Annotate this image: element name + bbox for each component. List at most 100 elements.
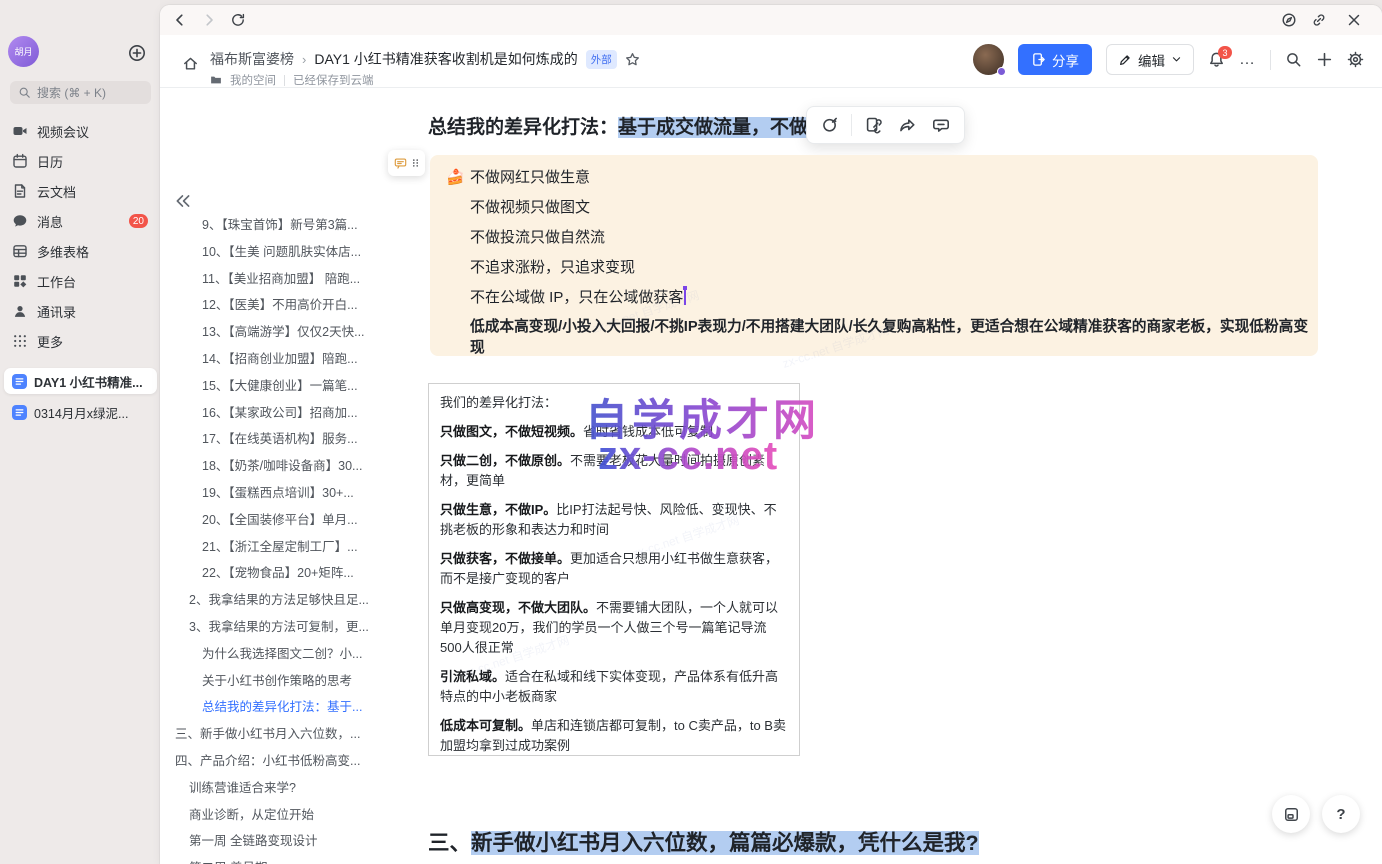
outline-item[interactable]: 为什么我选择图文二创？小...: [165, 641, 427, 668]
new-doc-button[interactable]: [1316, 51, 1333, 68]
outline-item[interactable]: 19、【蛋糕西点培训】30+...: [165, 480, 427, 507]
outline-item[interactable]: 商业诊断，从定位开始: [165, 802, 427, 829]
outline-item[interactable]: 10、【生美 问题肌肤实体店...: [165, 239, 427, 266]
outline-item[interactable]: 14、【招商创业加盟】陪跑...: [165, 346, 427, 373]
space-name[interactable]: 我的空间: [230, 72, 276, 88]
outline-item[interactable]: 12、【医美】不用高价开白...: [165, 292, 427, 319]
outline-item[interactable]: 第一周 全链路变现设计: [165, 828, 427, 855]
chevron-down-icon: [1171, 54, 1182, 65]
user-avatar[interactable]: [973, 44, 1004, 75]
breadcrumb-parent[interactable]: 福布斯富婆榜: [210, 49, 294, 69]
doc-file-icon: [12, 405, 27, 420]
search-input[interactable]: 搜索 (⌘ + K): [10, 81, 151, 104]
refresh-icon[interactable]: [230, 12, 246, 28]
compass-icon[interactable]: [1281, 12, 1297, 28]
chapter-heading[interactable]: 三、新手做小红书月入六位数，篇篇必爆款，凭什么是我?: [428, 826, 979, 857]
outline-item[interactable]: 关于小红书创作策略的思考: [165, 668, 427, 695]
outline-item[interactable]: 第二周 养号期: [165, 855, 427, 864]
header-actions: 分享 编辑 3 …: [973, 44, 1364, 75]
user-avatar-mini[interactable]: 胡月: [8, 36, 39, 67]
forward-icon[interactable]: [201, 12, 217, 28]
chat-icon: [12, 213, 28, 229]
outline-item[interactable]: 2、我拿结果的方法足够快且足...: [165, 587, 427, 614]
chapter-prefix: 三、: [428, 831, 471, 855]
sidebar-item-chat[interactable]: 消息20: [0, 206, 160, 236]
folder-icon: [210, 74, 222, 86]
share-button[interactable]: 分享: [1018, 44, 1092, 75]
callout-line: 不追求涨粉，只追求变现: [470, 253, 686, 283]
pinned-doc[interactable]: 0314月月x绿泥...: [4, 399, 157, 425]
notification-badge: 3: [1218, 46, 1232, 59]
pencil-icon: [1118, 53, 1132, 67]
outline-item[interactable]: 训练营谁适合来学?: [165, 775, 427, 802]
search-placeholder: 搜索 (⌘ + K): [37, 84, 106, 101]
sidebar-item-video[interactable]: 视频会议: [0, 116, 160, 146]
unread-badge: 20: [129, 214, 148, 228]
outline-item[interactable]: 三、新手做小红书月入六位数，...: [165, 721, 427, 748]
outline-item[interactable]: 13、【高端游学】仅仅2天快...: [165, 319, 427, 346]
section-heading[interactable]: 总结我的差异化打法：基于成交做流量，不做爆款: [428, 112, 846, 139]
outline-item[interactable]: 9、【珠宝首饰】新号第3篇...: [165, 212, 427, 239]
notifications-button[interactable]: 3: [1208, 51, 1225, 68]
sidebar-item-label: 日历: [37, 152, 63, 171]
doc-meta: 我的空间 已经保存到云端: [210, 72, 374, 88]
sidebar-item-more[interactable]: 更多: [0, 326, 160, 356]
sidebar-item-calendar[interactable]: 日历: [0, 146, 160, 176]
clouddoc-icon: [12, 183, 28, 199]
divider: [1270, 50, 1271, 70]
more-button[interactable]: …: [1239, 55, 1256, 65]
search-button[interactable]: [1285, 51, 1302, 68]
outline-fab-button[interactable]: [1272, 795, 1310, 833]
close-icon[interactable]: [1346, 12, 1362, 28]
breadcrumb: 福布斯富婆榜 › DAY1 小红书精准获客收割机是如何炼成的 外部: [210, 49, 640, 69]
outline-item[interactable]: 11、【美业招商加盟】 陪跑...: [165, 266, 427, 293]
copy-link-icon[interactable]: [1311, 12, 1327, 28]
style-palette-icon[interactable]: [821, 116, 839, 134]
breadcrumb-separator: ›: [302, 52, 306, 67]
divider: [851, 114, 852, 136]
watermark-url: zx-cc.net: [598, 434, 778, 479]
settings-button[interactable]: [1347, 51, 1364, 68]
outline-panel: 9、【珠宝首饰】新号第3篇...10、【生美 问题肌肤实体店...11、【美业招…: [165, 212, 427, 864]
outline-item[interactable]: 18、【奶茶/咖啡设备商】30...: [165, 453, 427, 480]
home-icon[interactable]: [182, 55, 199, 72]
sidebar-item-workplace[interactable]: 工作台: [0, 266, 160, 296]
collapse-outline-icon[interactable]: [174, 192, 192, 210]
sidebar-item-base[interactable]: 多维表格: [0, 236, 160, 266]
sidebar-item-contacts[interactable]: 通讯录: [0, 296, 160, 326]
callout-line: 不做网红只做生意: [470, 163, 686, 193]
comment-icon[interactable]: [932, 116, 950, 134]
outline-item[interactable]: 20、【全国装修平台】单月...: [165, 507, 427, 534]
star-icon[interactable]: [625, 52, 640, 67]
app-sidebar: 胡月 搜索 (⌘ + K) 视频会议日历云文档消息20多维表格工作台通讯录更多 …: [0, 0, 160, 864]
edit-button[interactable]: 编辑: [1106, 44, 1194, 75]
breadcrumb-current[interactable]: DAY1 小红书精准获客收割机是如何炼成的: [314, 49, 577, 69]
outline-item[interactable]: 22、【宠物食品】20+矩阵...: [165, 560, 427, 587]
save-status: 已经保存到云端: [293, 72, 374, 88]
help-button[interactable]: ?: [1322, 795, 1360, 833]
strategy-item: 只做高变现，不做大团队。不需要铺大团队，一个人就可以单月变现20万，我们的学员一…: [440, 598, 788, 658]
calendar-icon: [12, 153, 28, 169]
share-forward-icon[interactable]: [898, 116, 916, 134]
outline-item[interactable]: 21、【浙江全屋定制工厂】...: [165, 534, 427, 561]
outline-item[interactable]: 3、我拿结果的方法可复制，更...: [165, 614, 427, 641]
workplace-icon: [12, 273, 28, 289]
window-toolbar: [160, 5, 1382, 35]
block-handle[interactable]: [388, 150, 425, 176]
outline-item[interactable]: 17、【在线英语机构】服务...: [165, 426, 427, 453]
pinned-doc[interactable]: DAY1 小红书精准...: [4, 368, 157, 394]
outline-item[interactable]: 16、【某家政公司】招商加...: [165, 400, 427, 427]
heading-prefix: 总结我的差异化打法：: [428, 117, 618, 138]
outline-item[interactable]: 总结我的差异化打法：基于...: [165, 694, 427, 721]
copy-link-icon[interactable]: [864, 116, 882, 134]
pinned-doc-label: DAY1 小红书精准...: [34, 372, 143, 391]
pinned-docs: DAY1 小红书精准... 0314月月x绿泥...: [4, 368, 157, 430]
back-icon[interactable]: [172, 12, 188, 28]
outline-item[interactable]: 四、产品介绍：小红书低粉高变...: [165, 748, 427, 775]
outline-item[interactable]: 15、【大健康创业】一篇笔...: [165, 373, 427, 400]
sidebar-item-label: 更多: [37, 332, 63, 351]
document-header: 福布斯富婆榜 › DAY1 小红书精准获客收割机是如何炼成的 外部 我的空间 已…: [160, 35, 1382, 88]
sidebar-item-clouddoc[interactable]: 云文档: [0, 176, 160, 206]
base-icon: [12, 243, 28, 259]
add-icon[interactable]: [128, 44, 146, 62]
